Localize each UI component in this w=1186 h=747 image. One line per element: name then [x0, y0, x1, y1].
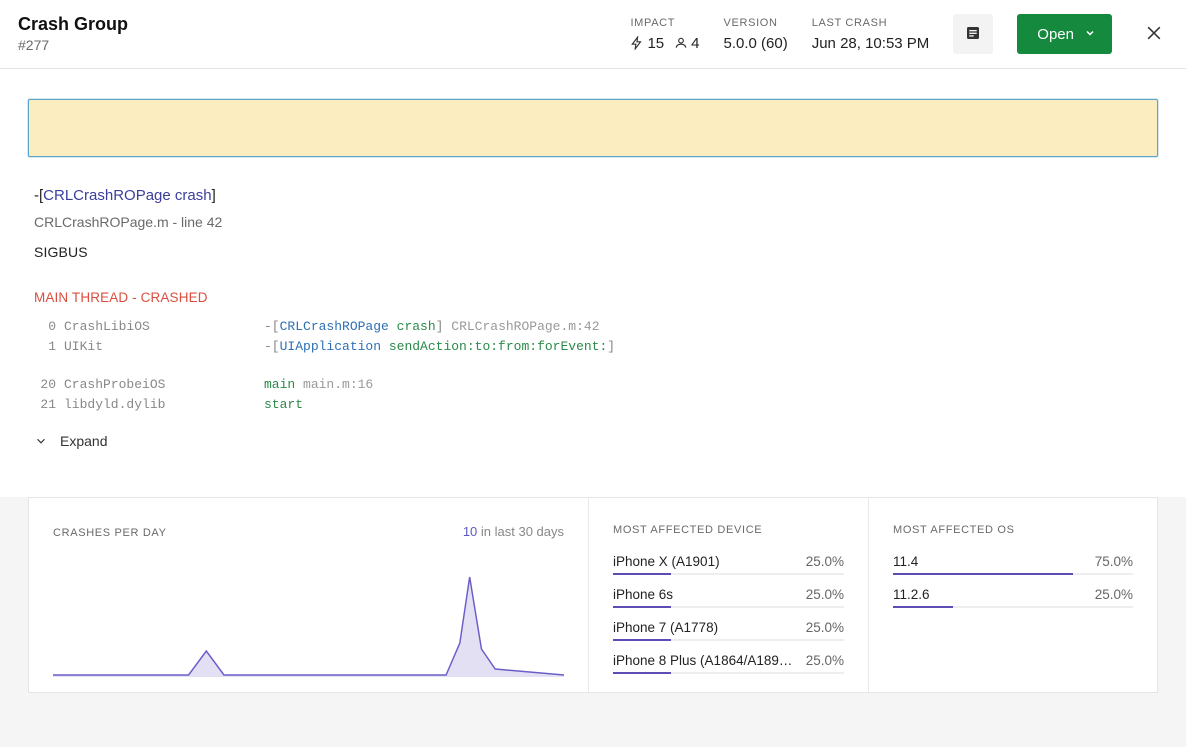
- last-crash-label: LAST CRASH: [812, 17, 930, 29]
- crashes-chart-section: CRASHES PER DAY 10 in last 30 days: [29, 498, 589, 692]
- header-right: IMPACT 15 4 VERSION 5.0.0 (60): [630, 14, 1168, 54]
- os-row: 11.2.6 25.0%: [893, 587, 1133, 608]
- device-pct: 25.0%: [806, 554, 844, 569]
- frame-code: main main.m:16: [264, 375, 373, 395]
- thread-heading: MAIN THREAD - CRASHED: [34, 290, 1158, 305]
- os-heading: MOST AFFECTED OS: [893, 524, 1133, 536]
- open-button-label: Open: [1037, 26, 1074, 43]
- device-section: MOST AFFECTED DEVICE iPhone X (A1901) 25.…: [589, 498, 869, 692]
- os-section: MOST AFFECTED OS 11.4 75.0% 11.2.6 25.0%: [869, 498, 1157, 692]
- notes-icon: [964, 24, 982, 45]
- os-pct: 75.0%: [1095, 554, 1133, 569]
- crashes-sparkline: [53, 569, 564, 677]
- device-heading: MOST AFFECTED DEVICE: [613, 524, 844, 536]
- users-icon: [674, 36, 688, 50]
- crashes-subtext: 10 in last 30 days: [463, 524, 564, 539]
- device-row: iPhone 6s 25.0%: [613, 587, 844, 608]
- chevron-down-icon: [34, 434, 48, 448]
- version-label: VERSION: [724, 17, 788, 29]
- note-input[interactable]: [28, 99, 1158, 157]
- os-bar-track: [893, 573, 1133, 575]
- device-row: iPhone 7 (A1778) 25.0%: [613, 620, 844, 641]
- os-pct: 25.0%: [1095, 587, 1133, 602]
- device-pct: 25.0%: [806, 620, 844, 635]
- device-bar-fill: [613, 672, 671, 674]
- stack-frame: 20 CrashProbeiOS main main.m:16: [34, 375, 1158, 395]
- impact-label: IMPACT: [630, 17, 699, 29]
- stack-frame: 1 UIKit -[UIApplication sendAction:to:fr…: [34, 337, 1158, 357]
- device-bar-fill: [613, 573, 671, 575]
- frame-code: start: [264, 395, 303, 415]
- main-content: -[CRLCrashROPage crash] CRLCrashROPage.m…: [0, 69, 1186, 469]
- crash-group-id: #277: [18, 37, 128, 53]
- frame-library: CrashLibiOS: [64, 317, 264, 337]
- header-left: Crash Group #277: [18, 14, 128, 53]
- device-row: iPhone 8 Plus (A1864/A1898/A… 25.0%: [613, 653, 844, 674]
- stack-frame: 0 CrashLibiOS -[CRLCrashROPage crash] CR…: [34, 317, 1158, 337]
- crashes-count: 10: [463, 524, 477, 539]
- device-name: iPhone 8 Plus (A1864/A1898/A…: [613, 653, 793, 668]
- frame-number: 1: [34, 337, 56, 357]
- os-row: 11.4 75.0%: [893, 554, 1133, 575]
- impact-stat: IMPACT 15 4: [630, 17, 699, 52]
- frame-library: UIKit: [64, 337, 264, 357]
- frame-library: libdyld.dylib: [64, 395, 264, 415]
- os-bar-track: [893, 606, 1133, 608]
- frame-number: 20: [34, 375, 56, 395]
- open-status-button[interactable]: Open: [1017, 14, 1112, 54]
- device-pct: 25.0%: [806, 653, 844, 668]
- crash-signal: SIGBUS: [34, 244, 1158, 260]
- frame-code: -[UIApplication sendAction:to:from:forEv…: [264, 337, 615, 357]
- crash-symbol: -[CRLCrashROPage crash]: [34, 187, 1158, 204]
- crash-summary: -[CRLCrashROPage crash] CRLCrashROPage.m…: [34, 187, 1158, 260]
- crashes-heading: CRASHES PER DAY: [53, 527, 167, 539]
- device-bar-track: [613, 672, 844, 674]
- stack-frame: 21 libdyld.dylib start: [34, 395, 1158, 415]
- last-crash-stat: LAST CRASH Jun 28, 10:53 PM: [812, 17, 930, 52]
- notes-button[interactable]: [953, 14, 993, 54]
- version-value: 5.0.0 (60): [724, 35, 788, 52]
- device-name: iPhone X (A1901): [613, 554, 720, 569]
- device-name: iPhone 6s: [613, 587, 673, 602]
- os-name: 11.2.6: [893, 587, 930, 602]
- frame-code: -[CRLCrashROPage crash] CRLCrashROPage.m…: [264, 317, 600, 337]
- device-row: iPhone X (A1901) 25.0%: [613, 554, 844, 575]
- symbol-suffix: ]: [212, 187, 216, 204]
- last-crash-value: Jun 28, 10:53 PM: [812, 35, 930, 52]
- lightning-icon: [630, 36, 644, 50]
- impact-reports: 15: [647, 35, 664, 52]
- os-name: 11.4: [893, 554, 918, 569]
- device-name: iPhone 7 (A1778): [613, 620, 718, 635]
- crash-file-line: CRLCrashROPage.m - line 42: [34, 214, 1158, 230]
- crash-header: Crash Group #277 IMPACT 15 4: [0, 0, 1186, 69]
- page-title: Crash Group: [18, 14, 128, 35]
- impact-value: 15 4: [630, 35, 699, 52]
- device-bar-track: [613, 606, 844, 608]
- device-bar-fill: [613, 639, 671, 641]
- chevron-down-icon: [1084, 26, 1096, 43]
- device-pct: 25.0%: [806, 587, 844, 602]
- symbol-method: crash: [175, 187, 212, 204]
- stats-panel: CRASHES PER DAY 10 in last 30 days MOST …: [28, 497, 1158, 693]
- close-button[interactable]: [1140, 20, 1168, 48]
- frame-library: CrashProbeiOS: [64, 375, 264, 395]
- os-bar-fill: [893, 573, 1073, 575]
- expand-label: Expand: [60, 433, 107, 449]
- symbol-class: CRLCrashROPage: [43, 187, 171, 204]
- symbol-prefix: -[: [34, 187, 43, 204]
- version-stat: VERSION 5.0.0 (60): [724, 17, 788, 52]
- frame-number: 0: [34, 317, 56, 337]
- impact-users: 4: [691, 35, 699, 52]
- os-bar-fill: [893, 606, 953, 608]
- expand-stack-button[interactable]: Expand: [34, 433, 1158, 449]
- close-icon: [1144, 23, 1164, 46]
- frame-number: 21: [34, 395, 56, 415]
- stack-frames-top: 0 CrashLibiOS -[CRLCrashROPage crash] CR…: [34, 317, 1158, 415]
- crashes-tail: in last 30 days: [477, 524, 564, 539]
- device-bar-fill: [613, 606, 671, 608]
- device-bar-track: [613, 573, 844, 575]
- device-bar-track: [613, 639, 844, 641]
